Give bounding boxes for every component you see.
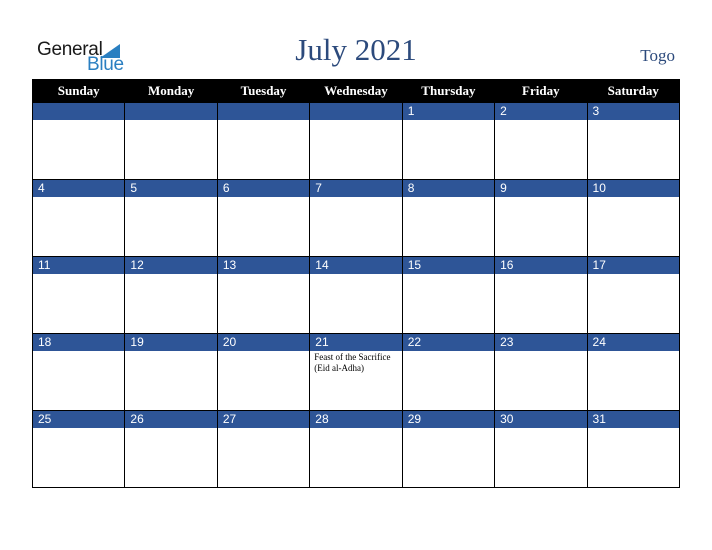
day-cell[interactable]: 20 (216, 333, 311, 411)
week-row: 4 5 6 7 8 9 10 (31, 179, 681, 257)
day-number: 30 (495, 411, 587, 428)
day-cell[interactable]: 21 Feast of the Sacrifice (Eid al-Adha) (309, 333, 403, 411)
day-cell[interactable]: 9 (494, 179, 588, 257)
day-cell[interactable]: 22 (401, 333, 496, 411)
day-number: 13 (217, 257, 310, 274)
day-number: 24 (587, 334, 679, 351)
day-cell[interactable]: 3 (586, 102, 681, 180)
day-number: 12 (125, 257, 217, 274)
calendar-title: July 2021 (295, 32, 417, 67)
week-row: 11 12 13 14 15 16 17 (31, 256, 681, 334)
day-number: 3 (587, 103, 679, 120)
day-cell[interactable]: 23 (494, 333, 588, 411)
week-row: 18 19 20 21 Feast of the Sacrifice (Eid al-A… (31, 333, 681, 411)
day-cell[interactable]: 30 (494, 410, 588, 488)
day-number (125, 103, 217, 120)
day-cell[interactable]: 8 (401, 179, 496, 257)
day-cell[interactable]: 26 (124, 410, 218, 488)
day-number: 22 (402, 334, 495, 351)
day-number: 18 (33, 334, 125, 351)
day-cell[interactable] (216, 102, 311, 180)
day-number (33, 103, 125, 120)
weekday-header: Saturday (586, 79, 681, 103)
day-number: 29 (402, 411, 495, 428)
day-number: 31 (587, 411, 679, 428)
day-number: 16 (495, 257, 587, 274)
day-cell[interactable]: 15 (401, 256, 496, 334)
day-number: 23 (495, 334, 587, 351)
day-number: 2 (495, 103, 587, 120)
day-number: 19 (125, 334, 217, 351)
day-cell[interactable]: 25 (31, 410, 126, 488)
day-cell[interactable]: 12 (124, 256, 218, 334)
day-cell[interactable]: 14 (309, 256, 403, 334)
day-cell[interactable]: 18 (31, 333, 126, 411)
day-cell[interactable] (124, 102, 218, 180)
day-number: 9 (495, 180, 587, 197)
day-cell[interactable]: 16 (494, 256, 588, 334)
weekday-header: Sunday (31, 79, 126, 103)
weekday-header: Tuesday (216, 79, 311, 103)
week-row: 123 (31, 102, 681, 180)
day-number: 7 (310, 180, 402, 197)
day-number: 25 (33, 411, 125, 428)
holiday-event: Feast of the Sacrifice (Eid al-Adha) (314, 352, 391, 373)
day-cell[interactable]: 4 (31, 179, 126, 257)
calendar-grid: Sunday Monday Tuesday Wednesday Thursday… (31, 79, 681, 488)
day-number: 26 (125, 411, 217, 428)
day-number: 5 (125, 180, 217, 197)
day-cell[interactable]: 28 (309, 410, 403, 488)
day-cell[interactable]: 17 (586, 256, 681, 334)
day-cell[interactable]: 24 (586, 333, 681, 411)
day-number: 6 (217, 180, 310, 197)
country-label: Togo (640, 46, 675, 65)
week-row: 25 26 27 28 29 30 31 (31, 410, 681, 488)
day-number: 8 (402, 180, 495, 197)
weekday-header: Monday (124, 79, 218, 103)
day-cell[interactable]: 5 (124, 179, 218, 257)
day-number: 21 (310, 334, 402, 351)
weekday-header: Wednesday (309, 79, 403, 103)
day-number: 14 (310, 257, 402, 274)
day-cell[interactable]: 2 (494, 102, 588, 180)
day-number: 1 (402, 103, 495, 120)
day-cell[interactable]: 7 (309, 179, 403, 257)
day-cell[interactable]: 31 (586, 410, 681, 488)
day-cell[interactable]: 19 (124, 333, 218, 411)
day-cell[interactable] (309, 102, 403, 180)
day-number: 20 (217, 334, 310, 351)
day-number: 11 (33, 257, 125, 274)
day-number: 4 (33, 180, 125, 197)
day-cell[interactable]: 29 (401, 410, 496, 488)
day-number: 17 (587, 257, 679, 274)
weekday-header: Thursday (401, 79, 496, 103)
day-number: 28 (310, 411, 402, 428)
day-number (310, 103, 402, 120)
day-cell[interactable]: 1 (401, 102, 496, 180)
day-cell[interactable]: 10 (586, 179, 681, 257)
day-cell[interactable]: 6 (216, 179, 311, 257)
day-number: 27 (217, 411, 310, 428)
weekday-header-row: Sunday Monday Tuesday Wednesday Thursday… (31, 79, 681, 103)
day-number (217, 103, 310, 120)
day-number: 10 (587, 180, 679, 197)
day-cell[interactable] (31, 102, 126, 180)
day-cell[interactable]: 11 (31, 256, 126, 334)
day-number: 15 (402, 257, 495, 274)
weekday-header: Friday (494, 79, 588, 103)
day-cell[interactable]: 27 (216, 410, 311, 488)
day-cell[interactable]: 13 (216, 256, 311, 334)
